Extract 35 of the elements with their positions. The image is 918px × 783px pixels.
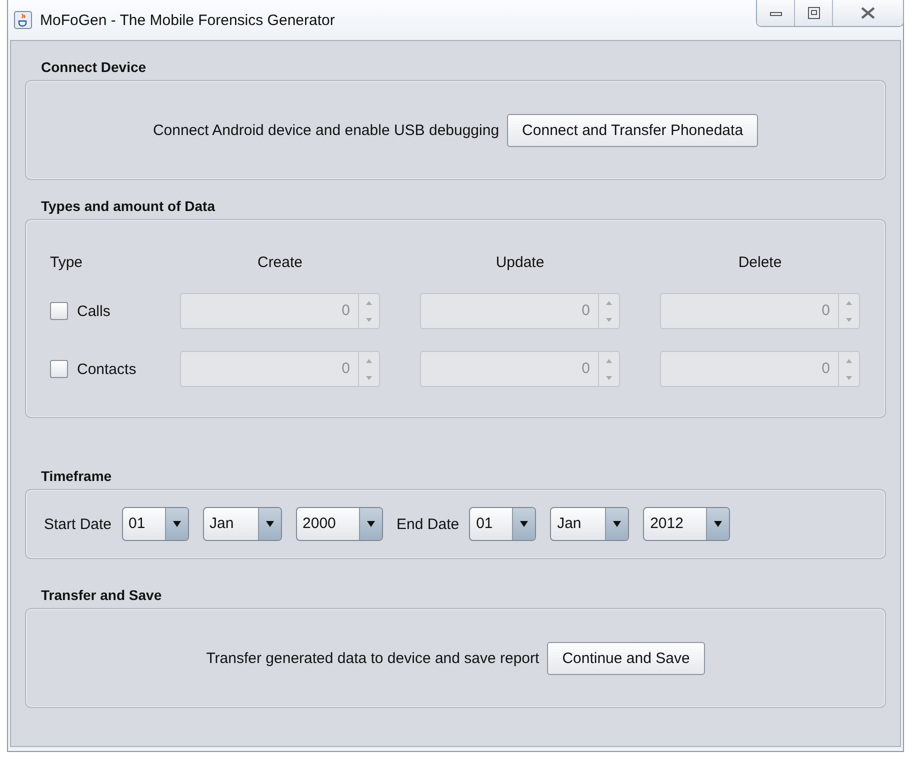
connect-button[interactable]: Connect and Transfer Phonedata bbox=[507, 114, 758, 146]
caret-icon bbox=[519, 520, 530, 528]
date-label: End Date bbox=[396, 516, 460, 532]
maximize-icon bbox=[808, 7, 820, 19]
window-title: MoFoGen - The Mobile Forensics Generator bbox=[40, 12, 335, 28]
instruction-text: Connect Android device and enable USB debugging bbox=[152, 122, 500, 138]
dropdown[interactable]: 01 bbox=[469, 507, 536, 541]
minimize-icon bbox=[770, 9, 782, 17]
close-icon bbox=[861, 7, 875, 19]
column-header: Update bbox=[494, 254, 546, 271]
column-header: Create bbox=[256, 254, 304, 271]
dropdown[interactable]: 2000 bbox=[296, 507, 383, 541]
dropdown[interactable]: Jan bbox=[550, 507, 630, 541]
caret-icon bbox=[713, 520, 724, 528]
dropdown[interactable]: 01 bbox=[122, 507, 189, 541]
continue-button[interactable]: Continue and Save bbox=[547, 642, 705, 674]
instruction-text: Transfer generated data to device and save report bbox=[206, 650, 540, 666]
section-title: Transfer and Save bbox=[41, 587, 163, 603]
caret-icon bbox=[264, 520, 275, 528]
caret-icon bbox=[612, 520, 622, 528]
checkbox[interactable]: Calls bbox=[50, 302, 140, 320]
date-label: Start Date bbox=[44, 516, 112, 532]
caret-icon bbox=[366, 520, 376, 528]
coffee-cup-icon bbox=[14, 11, 32, 29]
section-title: Timeframe bbox=[41, 468, 113, 484]
section-title: Connect Device bbox=[41, 59, 148, 75]
minimize-button[interactable] bbox=[757, 0, 795, 26]
dropdown[interactable]: Jan bbox=[202, 507, 282, 541]
section-title: Types and amount of Data bbox=[41, 198, 216, 214]
caret-icon bbox=[172, 520, 182, 528]
column-header: Delete bbox=[737, 254, 783, 271]
checkbox[interactable]: Contacts bbox=[50, 360, 140, 378]
dropdown[interactable]: 2012 bbox=[643, 507, 730, 541]
column-header: Type bbox=[50, 254, 84, 271]
maximize-button[interactable] bbox=[795, 0, 833, 26]
